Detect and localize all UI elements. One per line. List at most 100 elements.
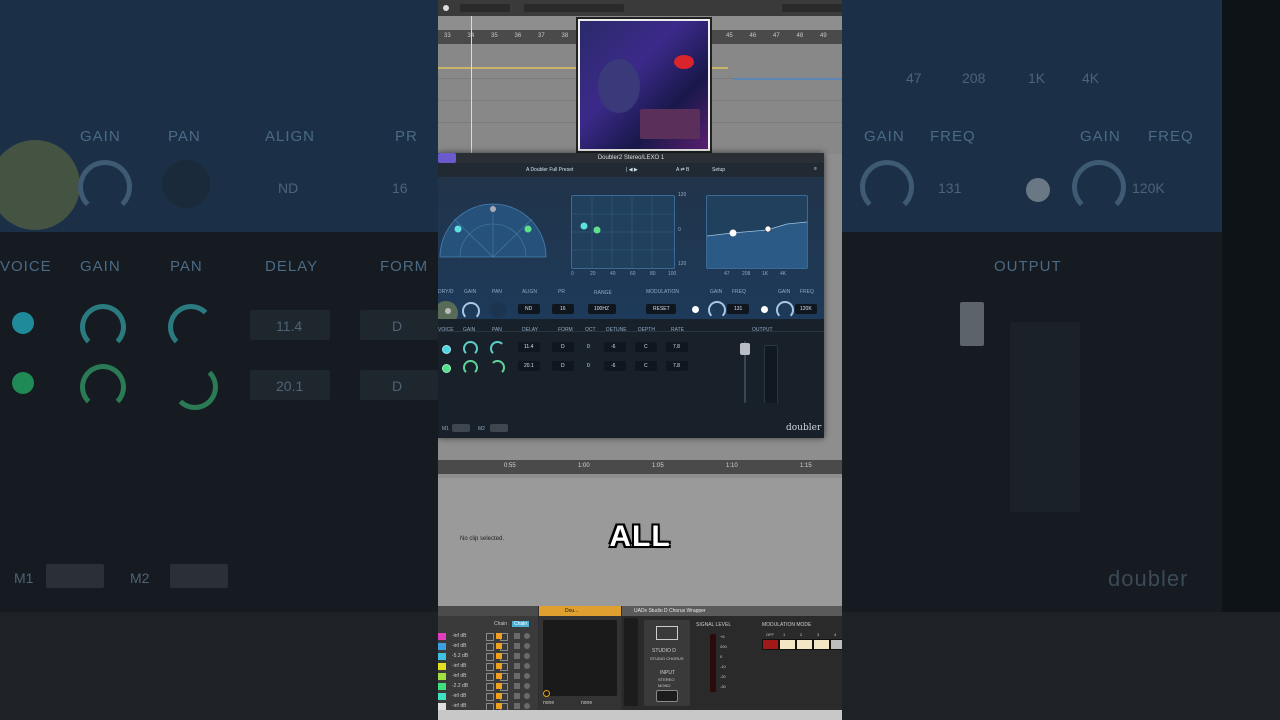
meter-mark: -10	[720, 664, 726, 669]
output-fader-handle[interactable]	[740, 343, 750, 355]
chain-headphone-icon[interactable]	[524, 683, 530, 689]
chain-activator-button[interactable]	[496, 693, 502, 699]
chain-pan-box[interactable]	[486, 663, 494, 671]
mode-button[interactable]	[813, 639, 830, 650]
chain-activator-button[interactable]	[496, 653, 502, 659]
chain-headphone-icon[interactable]	[524, 633, 530, 639]
eq-graph[interactable]	[706, 195, 808, 269]
modulation-mode-label: MODULATION MODE	[762, 622, 812, 628]
chain-headphone-icon[interactable]	[524, 653, 530, 659]
delay-graph[interactable]	[571, 195, 675, 269]
input-switch[interactable]	[656, 690, 678, 702]
voice2-oct[interactable]: 0	[587, 363, 590, 369]
chain-headphone-icon[interactable]	[524, 643, 530, 649]
voice1-oct[interactable]: 0	[587, 344, 590, 350]
rack-macro-indicator[interactable]	[543, 690, 550, 697]
doubler-plugin-window[interactable]: Doubler2 Stereo/LEXO 1 A Doubler Full Pr…	[438, 153, 824, 438]
chain-pan-box[interactable]	[486, 643, 494, 651]
chain-row[interactable]: -5.2 dB	[438, 652, 538, 661]
chain-volume[interactable]: -5.2 dB	[452, 653, 468, 659]
record-icon[interactable]	[443, 5, 449, 11]
chain-headphone-icon[interactable]	[524, 673, 530, 679]
position-display[interactable]	[524, 4, 624, 12]
ab-toggle[interactable]: A ⇄ B	[676, 167, 689, 173]
pan-semicircle-display[interactable]	[438, 189, 548, 259]
plugin-tab[interactable]	[438, 153, 456, 163]
chain-row[interactable]: -inf dB	[438, 632, 538, 641]
chain-row[interactable]: -inf dB	[438, 692, 538, 701]
chain-activator-button[interactable]	[496, 673, 502, 679]
timeline-ruler[interactable]: 0:55 1:00 1:05 1:10 1:15	[438, 460, 842, 474]
chain-hotswap-button[interactable]	[514, 683, 520, 689]
mode-button[interactable]	[762, 639, 779, 650]
chain-row[interactable]: -inf dB	[438, 662, 538, 671]
rack-select[interactable]: none	[581, 700, 592, 706]
ruler-tick: 45	[726, 33, 733, 39]
chain-row[interactable]: -inf dB	[438, 672, 538, 681]
chain-pan-box[interactable]	[486, 683, 494, 691]
mode-button[interactable]	[779, 639, 796, 650]
chain-tag[interactable]: Chain	[512, 621, 530, 627]
chain-headphone-icon[interactable]	[524, 693, 530, 699]
chain-hotswap-button[interactable]	[514, 703, 520, 709]
chain-hotswap-button[interactable]	[514, 693, 520, 699]
eq-high-gain-knob[interactable]	[776, 301, 794, 319]
pan-knob[interactable]	[490, 302, 506, 318]
chain-volume[interactable]: -inf dB	[452, 693, 466, 699]
chain-activator-button[interactable]	[496, 633, 502, 639]
chain-hotswap-button[interactable]	[514, 673, 520, 679]
chain-volume[interactable]: -inf dB	[452, 633, 466, 639]
chain-pan-box[interactable]	[486, 653, 494, 661]
eq-high-toggle[interactable]	[761, 306, 768, 313]
chain-pan-box[interactable]	[486, 633, 494, 641]
blur-knob-dark	[162, 160, 210, 208]
gain-knob[interactable]	[462, 302, 480, 320]
eq-low-gain-knob[interactable]	[708, 301, 726, 319]
chain-volume[interactable]: -inf dB	[452, 673, 466, 679]
prev-next-arrows[interactable]: | ◀ ▶	[626, 167, 638, 173]
voice1-toggle[interactable]	[442, 345, 451, 354]
chain-pan-box[interactable]	[486, 693, 494, 701]
chain-hotswap-button[interactable]	[514, 663, 520, 669]
voice1-pan-knob[interactable]	[490, 341, 505, 356]
macro1-select[interactable]	[452, 424, 470, 432]
rack-drop-area[interactable]	[543, 620, 617, 696]
chain-headphone-icon[interactable]	[524, 703, 530, 709]
setup-button[interactable]: Setup	[712, 167, 725, 173]
voice2-pan-knob[interactable]	[490, 360, 505, 375]
tempo-display[interactable]	[782, 4, 842, 12]
mode-button[interactable]	[830, 639, 842, 650]
macro2-select[interactable]	[490, 424, 508, 432]
chain-volume[interactable]: -inf dB	[452, 663, 466, 669]
dry-toggle[interactable]	[445, 308, 451, 314]
preset-name[interactable]: A Doubler Full Preset	[526, 167, 573, 173]
chain-row[interactable]: -inf dB	[438, 642, 538, 651]
chain-hotswap-button[interactable]	[514, 643, 520, 649]
chain-hotswap-button[interactable]	[514, 633, 520, 639]
eq-low-handle	[729, 229, 737, 237]
voice2-gain-knob[interactable]	[463, 360, 478, 375]
voice1-gain-knob[interactable]	[463, 341, 478, 356]
chain-activator-button[interactable]	[496, 643, 502, 649]
eq-low-toggle[interactable]	[692, 306, 699, 313]
transport-controls[interactable]	[460, 4, 510, 12]
mode-button[interactable]	[796, 639, 813, 650]
voice2-toggle[interactable]	[442, 364, 451, 373]
chain-hotswap-button[interactable]	[514, 653, 520, 659]
chain-activator-button[interactable]	[496, 663, 502, 669]
chain-volume[interactable]: -inf dB	[452, 643, 466, 649]
webcam-overlay	[578, 19, 710, 151]
chain-headphone-icon[interactable]	[524, 663, 530, 669]
playhead[interactable]	[471, 16, 472, 156]
chain-volume[interactable]: -2.2 dB	[452, 683, 468, 689]
chain-pan-box[interactable]	[486, 673, 494, 681]
chain-activator-button[interactable]	[496, 683, 502, 689]
chain-activator-button[interactable]	[496, 703, 502, 709]
rack-select[interactable]: none	[543, 700, 554, 706]
rack-title[interactable]: Dou...	[565, 608, 578, 614]
chain-volume[interactable]: -inf dB	[452, 703, 466, 709]
input-mono[interactable]: MONO	[658, 683, 670, 688]
menu-icon[interactable]: ≡	[814, 166, 817, 172]
input-stereo[interactable]: STEREO	[658, 677, 674, 682]
chain-row[interactable]: -2.2 dB	[438, 682, 538, 691]
